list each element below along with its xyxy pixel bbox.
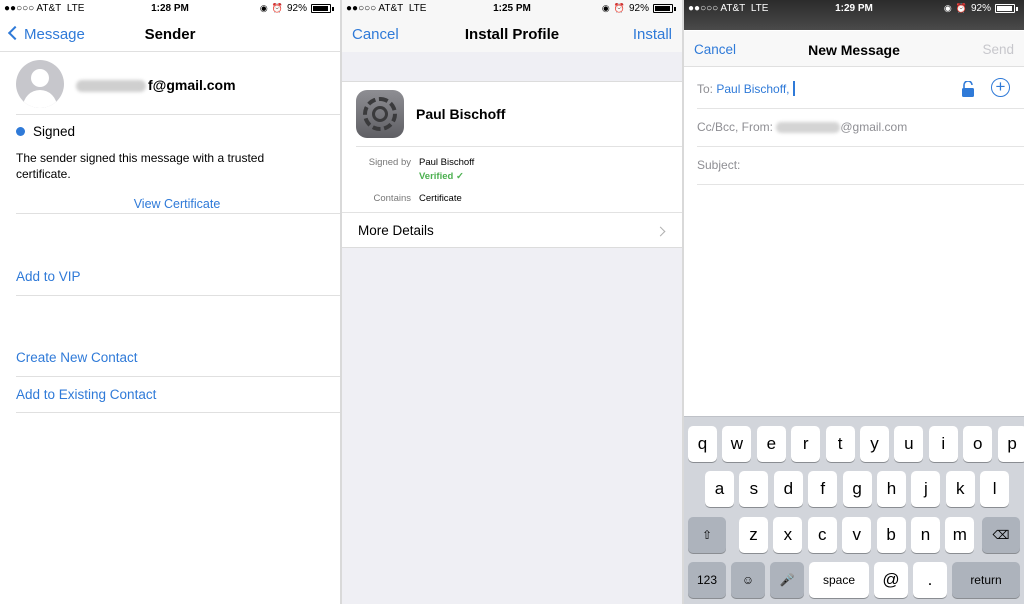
key-j[interactable]: j bbox=[911, 471, 941, 507]
chevron-right-icon bbox=[655, 226, 666, 237]
key-t[interactable]: t bbox=[825, 426, 855, 462]
signed-by-value: Paul Bischoff bbox=[419, 157, 475, 168]
view-certificate-link[interactable]: View Certificate bbox=[0, 197, 340, 211]
key-i[interactable]: i bbox=[928, 426, 958, 462]
sender-email: f@gmail.com bbox=[76, 77, 236, 93]
shift-key[interactable]: ⇧ bbox=[688, 517, 726, 553]
key-f[interactable]: f bbox=[808, 471, 838, 507]
key-r[interactable]: r bbox=[791, 426, 821, 462]
create-new-contact-button[interactable]: Create New Contact bbox=[16, 350, 138, 365]
delete-key[interactable]: ⌫ bbox=[982, 517, 1020, 553]
status-bar: ●●○○○ AT&T LTE 1:29 PM ◉ ⏰ 92% bbox=[684, 0, 1024, 18]
avatar bbox=[16, 60, 64, 108]
emoji-key[interactable]: ☺ bbox=[731, 562, 765, 598]
battery-icon bbox=[995, 4, 1015, 13]
page-title: Install Profile bbox=[464, 26, 560, 43]
add-to-vip-button[interactable]: Add to VIP bbox=[16, 269, 81, 284]
key-c[interactable]: c bbox=[807, 517, 837, 553]
unlock-icon[interactable] bbox=[961, 81, 975, 97]
keyboard: q w e r t y u i o p a s d f g h j k l ⇧ z x c v b n m ⌫ 123 ☺ 🎤 space @.… bbox=[684, 416, 1024, 604]
text-cursor bbox=[792, 81, 795, 96]
nav-bar: Cancel Install Profile Install bbox=[342, 18, 682, 52]
redacted-text bbox=[776, 122, 841, 134]
key-a[interactable]: a bbox=[705, 471, 734, 507]
key-y[interactable]: y bbox=[860, 426, 889, 462]
period-key[interactable]: . bbox=[913, 562, 947, 598]
numbers-key[interactable]: 123 bbox=[688, 562, 726, 598]
dictation-key[interactable]: 🎤 bbox=[770, 562, 804, 598]
key-n[interactable]: n bbox=[911, 517, 940, 553]
key-h[interactable]: h bbox=[877, 471, 906, 507]
key-g[interactable]: g bbox=[842, 471, 872, 507]
key-q[interactable]: q bbox=[688, 426, 717, 462]
status-bar: ●●○○○ AT&T LTE 1:28 PM ◉ ⏰ 92% bbox=[0, 0, 340, 18]
profile-card: Paul Bischoff Signed by Paul Bischoff Ve… bbox=[342, 82, 682, 248]
settings-gear-icon bbox=[356, 90, 404, 138]
page-title: Sender bbox=[144, 26, 196, 43]
signed-description: The sender signed this message with a tr… bbox=[16, 151, 265, 181]
key-o[interactable]: o bbox=[963, 426, 993, 462]
sender-screen: ●●○○○ AT&T LTE 1:28 PM ◉ ⏰ 92% Message Sen… bbox=[0, 0, 340, 604]
location-icon: ◉ bbox=[601, 3, 610, 13]
nav-bar: Cancel New Message Send bbox=[684, 31, 1024, 67]
install-profile-screen: ●●○○○ AT&T LTE 1:25 PM ◉ ⏰ 92% Cancel Inst… bbox=[342, 0, 682, 604]
battery-percent: 92% bbox=[286, 3, 307, 14]
cc-bcc-from-field[interactable]: Cc/Bcc, From: @gmail.com bbox=[697, 120, 907, 134]
return-key[interactable]: return bbox=[952, 562, 1020, 598]
at-key[interactable]: @ bbox=[874, 562, 908, 598]
alarm-icon: ⏰ bbox=[271, 3, 283, 13]
key-u[interactable]: u bbox=[894, 426, 924, 462]
key-v[interactable]: v bbox=[842, 517, 872, 553]
key-s[interactable]: s bbox=[739, 471, 769, 507]
signed-label: Signed bbox=[33, 124, 76, 139]
to-field[interactable]: To: Paul Bischoff, bbox=[697, 81, 795, 96]
key-b[interactable]: b bbox=[876, 517, 906, 553]
subject-field[interactable]: Subject: bbox=[697, 158, 740, 172]
more-details-row[interactable]: More Details bbox=[358, 223, 434, 238]
add-contact-icon[interactable]: + bbox=[991, 78, 1010, 97]
verified-badge: Verified ✓ bbox=[419, 171, 464, 182]
key-m[interactable]: m bbox=[945, 517, 975, 553]
new-message-screen: ●●○○○ AT&T LTE 1:29 PM ◉ ⏰ 92% Cancel New … bbox=[684, 0, 1024, 604]
redacted-text bbox=[76, 80, 146, 93]
battery-icon bbox=[653, 4, 673, 13]
signed-by-label: Signed by bbox=[368, 157, 411, 168]
location-icon: ◉ bbox=[259, 3, 268, 13]
battery-icon bbox=[311, 4, 331, 13]
status-bar: ●●○○○ AT&T LTE 1:25 PM ◉ ⏰ 92% bbox=[342, 0, 682, 18]
nav-bar: Message Sender bbox=[0, 18, 340, 52]
signed-icon bbox=[16, 127, 25, 136]
key-p[interactable]: p bbox=[997, 426, 1024, 462]
recipient-token[interactable]: Paul Bischoff, bbox=[716, 82, 789, 96]
alarm-icon: ⏰ bbox=[613, 3, 625, 13]
send-button[interactable]: Send bbox=[982, 42, 1014, 57]
install-button[interactable]: Install bbox=[633, 26, 672, 43]
page-title: New Message bbox=[808, 42, 900, 58]
key-z[interactable]: z bbox=[739, 517, 768, 553]
space-key[interactable]: space bbox=[809, 562, 869, 598]
profile-name: Paul Bischoff bbox=[416, 106, 506, 122]
contains-label: Contains bbox=[373, 193, 412, 204]
location-icon: ◉ bbox=[943, 3, 952, 13]
key-k[interactable]: k bbox=[945, 471, 975, 507]
key-w[interactable]: w bbox=[722, 426, 752, 462]
contains-value: Certificate bbox=[419, 193, 462, 204]
add-to-existing-contact-button[interactable]: Add to Existing Contact bbox=[16, 387, 156, 402]
key-e[interactable]: e bbox=[756, 426, 786, 462]
key-l[interactable]: l bbox=[980, 471, 1010, 507]
key-d[interactable]: d bbox=[773, 471, 803, 507]
alarm-icon: ⏰ bbox=[955, 3, 967, 13]
key-x[interactable]: x bbox=[773, 517, 803, 553]
